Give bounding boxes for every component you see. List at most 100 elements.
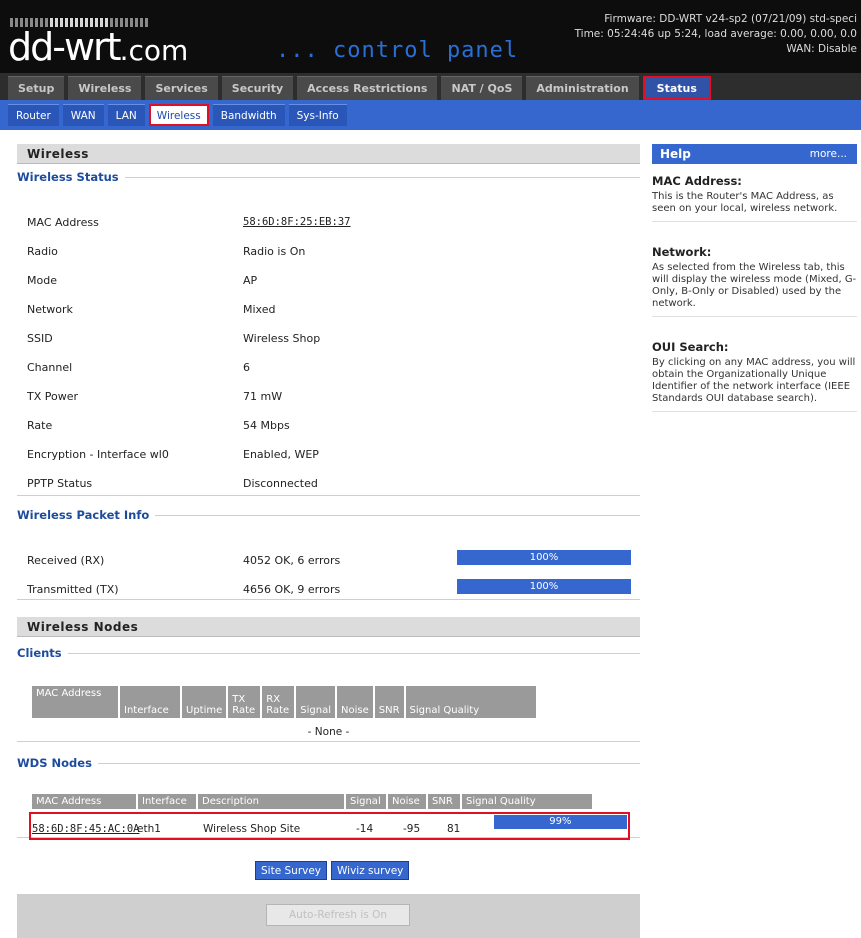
col-mac-address: MAC Address [32, 686, 118, 718]
col-snr: SNR [374, 686, 404, 718]
col-interface: Interface [138, 794, 196, 809]
help-heading: OUI Search: [652, 340, 729, 354]
status-label: Rate [27, 419, 53, 432]
clients-table: MAC Address Interface Uptime TX Rate RX … [30, 686, 538, 718]
col-signal: Signal [296, 686, 335, 718]
packet-label: Received (RX) [27, 554, 105, 567]
status-value: 54 Mbps [243, 419, 290, 432]
wireless-nodes-title: Wireless Nodes [17, 617, 640, 637]
status-label: PPTP Status [27, 477, 93, 490]
status-row: TX Power 71 mW [27, 390, 627, 408]
tab-administration[interactable]: Administration [526, 76, 639, 100]
help-item-mac: MAC Address: This is the Router's MAC Ad… [652, 174, 857, 222]
clients-header-row: MAC Address Interface Uptime TX Rate RX … [32, 686, 536, 718]
status-label: Encryption - Interface wl0 [27, 448, 169, 461]
wds-interface: eth1 [137, 823, 161, 835]
help-item-oui: OUI Search: By clicking on any MAC addre… [652, 340, 857, 412]
col-interface: Interface [120, 686, 180, 718]
wireless-section-title: Wireless [17, 144, 640, 164]
wan-status-text: WAN: Disable [786, 43, 857, 55]
help-item-network: Network: As selected from the Wireless t… [652, 245, 857, 317]
wds-fieldset: WDS Nodes MAC Address Interface Descript… [17, 756, 640, 840]
packet-value: 4656 OK, 9 errors [243, 583, 341, 596]
status-row: Channel 6 [27, 361, 627, 379]
tab-security[interactable]: Security [221, 76, 294, 100]
col-noise: Noise [388, 794, 426, 809]
mac-address-link[interactable]: 58:6D:8F:25:EB:37 [243, 216, 350, 228]
subtab-lan[interactable]: LAN [107, 104, 145, 126]
header: dd-wrt.com ... control panel Firmware: D… [0, 0, 861, 73]
status-value: Enabled, WEP [243, 448, 319, 461]
packet-info-fieldset: Wireless Packet Info Received (RX) 4052 … [17, 508, 640, 600]
status-label: SSID [27, 332, 53, 345]
site-survey-button[interactable]: Site Survey [255, 861, 328, 880]
status-value: AP [243, 274, 258, 287]
wds-snr: 81 [447, 823, 461, 835]
status-row: SSID Wireless Shop [27, 332, 627, 350]
help-text: By clicking on any MAC address, you will… [652, 357, 856, 404]
help-heading: MAC Address: [652, 174, 742, 188]
col-snr: SNR [428, 794, 460, 809]
rx-progress-bar: 100% [457, 550, 631, 565]
col-signal-quality: Signal Quality [462, 794, 592, 809]
tx-progress-bar: 100% [457, 579, 631, 594]
packet-value: 4052 OK, 6 errors [243, 554, 341, 567]
wds-row-highlight: 58:6D:8F:45:AC:0A eth1 Wireless Shop Sit… [29, 812, 630, 840]
help-title: Help [660, 147, 691, 161]
col-description: Description [198, 794, 344, 809]
status-row: Encryption - Interface wl0 Enabled, WEP [27, 448, 627, 466]
status-label: Network [27, 303, 73, 316]
help-header: Help more... [652, 144, 857, 164]
wds-mac-link[interactable]: 58:6D:8F:45:AC:0A [32, 823, 139, 835]
status-row: Mode AP [27, 274, 627, 292]
clients-legend: Clients [17, 646, 62, 660]
firmware-text: Firmware: DD-WRT v24-sp2 (07/21/09) std-… [604, 13, 857, 25]
control-panel-title: ... control panel [276, 38, 519, 63]
status-label: Radio [27, 245, 58, 258]
status-row: Rate 54 Mbps [27, 419, 627, 437]
help-text: This is the Router's MAC Address, as see… [652, 191, 838, 214]
sub-tabs: Router WAN LAN Wireless Bandwidth Sys-In… [0, 100, 861, 130]
system-info: Firmware: DD-WRT v24-sp2 (07/21/09) std-… [575, 12, 857, 57]
subtab-router[interactable]: Router [8, 104, 59, 126]
help-heading: Network: [652, 245, 712, 259]
col-signal: Signal [346, 794, 386, 809]
tab-nat-qos[interactable]: NAT / QoS [441, 76, 523, 100]
subtab-sys-info[interactable]: Sys-Info [288, 104, 347, 126]
main-tabs: Setup Wireless Services Security Access … [0, 73, 861, 100]
clients-fieldset: Clients MAC Address Interface Uptime TX … [17, 646, 640, 742]
subtab-bandwidth[interactable]: Bandwidth [212, 104, 285, 126]
col-uptime: Uptime [182, 686, 227, 718]
wireless-status-legend: Wireless Status [17, 170, 119, 184]
status-value: Disconnected [243, 477, 318, 490]
subtab-wan[interactable]: WAN [62, 104, 104, 126]
uptime-text: Time: 05:24:46 up 5:24, load average: 0.… [574, 28, 857, 40]
wiviz-survey-button[interactable]: Wiviz survey [331, 861, 410, 880]
help-text: As selected from the Wireless tab, this … [652, 262, 857, 309]
subtab-wireless[interactable]: Wireless [148, 104, 209, 126]
help-more-link[interactable]: more... [810, 148, 847, 160]
tab-status[interactable]: Status [642, 76, 711, 100]
status-value: Radio is On [243, 245, 306, 258]
dd-wrt-logo: dd-wrt.com [8, 25, 189, 69]
wds-noise: -95 [403, 823, 421, 835]
status-value: Mixed [243, 303, 276, 316]
wds-table: MAC Address Interface Description Signal… [30, 794, 594, 809]
tab-wireless[interactable]: Wireless [68, 76, 142, 100]
tab-services[interactable]: Services [145, 76, 218, 100]
packet-info-legend: Wireless Packet Info [17, 508, 150, 522]
status-row: Network Mixed [27, 303, 627, 321]
auto-refresh-button[interactable]: Auto-Refresh is On [266, 904, 410, 926]
tab-setup[interactable]: Setup [8, 76, 65, 100]
signal-quality-track: 99% [494, 815, 628, 829]
status-label: Mode [27, 274, 57, 287]
col-rx-rate: RX Rate [262, 686, 295, 718]
col-mac-address: MAC Address [32, 794, 136, 809]
status-label: TX Power [27, 390, 79, 403]
col-noise: Noise [336, 686, 373, 718]
col-signal-quality: Signal Quality [405, 686, 536, 718]
wds-signal: -14 [356, 823, 374, 835]
tab-access-restrictions[interactable]: Access Restrictions [297, 76, 438, 100]
signal-quality-bar: 99% [494, 815, 627, 829]
status-row: MAC Address 58:6D:8F:25:EB:37 [27, 216, 627, 234]
